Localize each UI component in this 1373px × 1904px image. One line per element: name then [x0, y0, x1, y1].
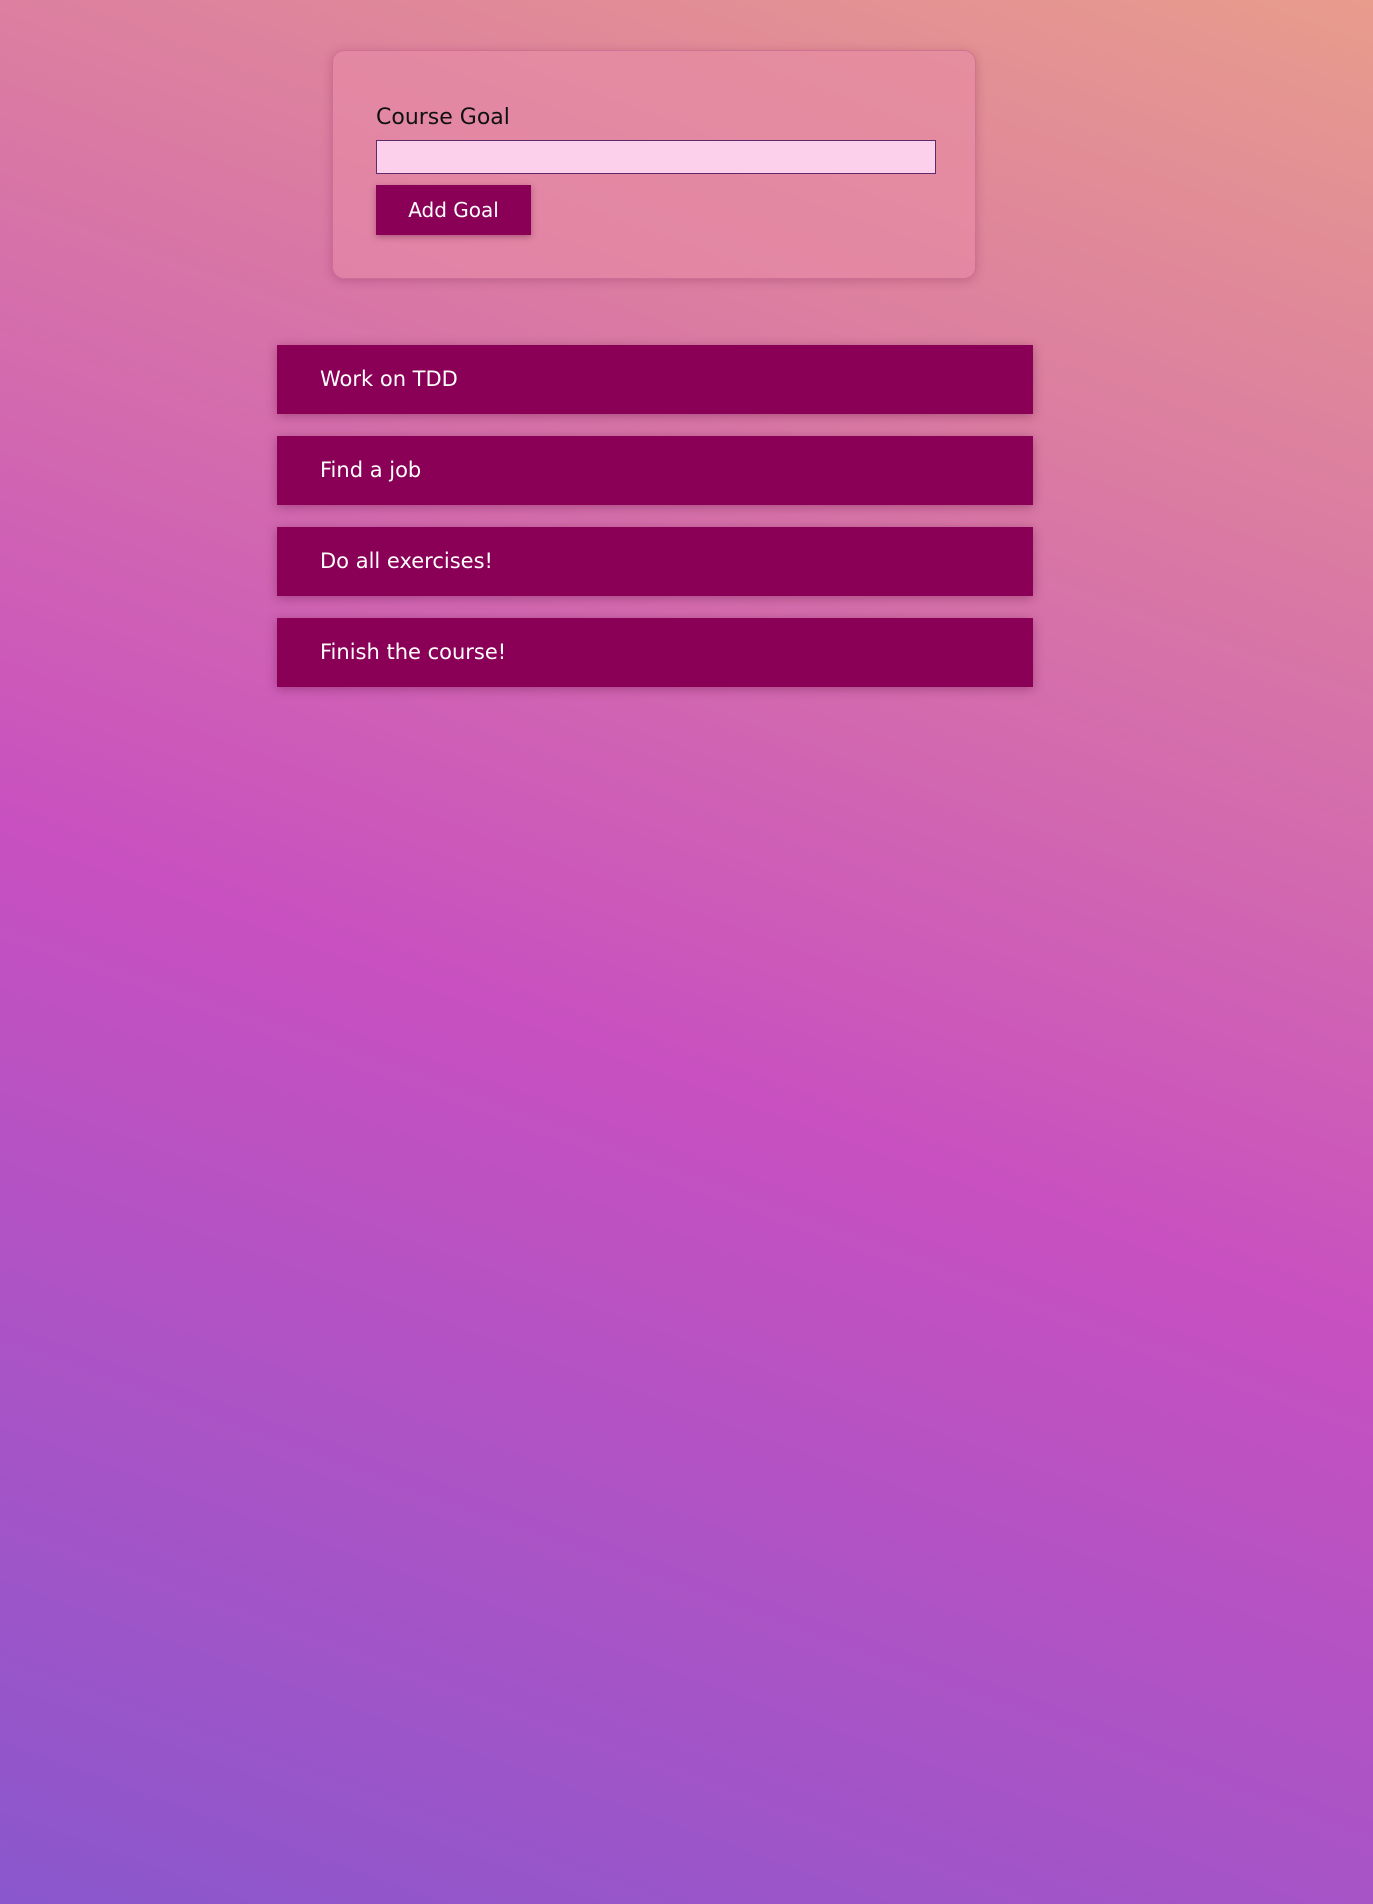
course-goal-label: Course Goal — [376, 105, 510, 130]
goal-form-card: Course Goal Add Goal — [332, 50, 976, 279]
goal-form: Course Goal Add Goal — [376, 105, 936, 236]
goal-item[interactable]: Finish the course! — [277, 618, 1033, 687]
add-goal-button[interactable]: Add Goal — [376, 185, 531, 236]
goal-item[interactable]: Do all exercises! — [277, 527, 1033, 596]
goal-item[interactable]: Work on TDD — [277, 345, 1033, 414]
course-goal-input[interactable] — [376, 140, 936, 175]
goal-list: Work on TDD Find a job Do all exercises!… — [277, 345, 1033, 709]
goal-item[interactable]: Find a job — [277, 436, 1033, 505]
